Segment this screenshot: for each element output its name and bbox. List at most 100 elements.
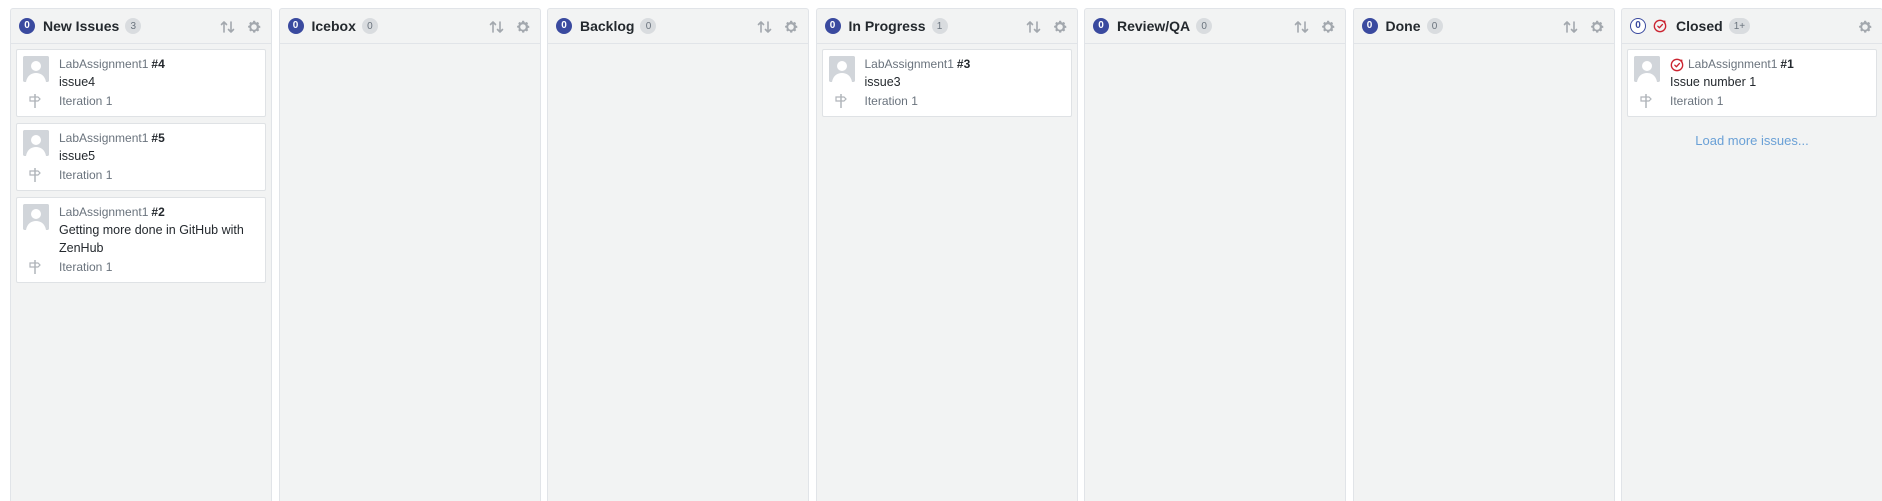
repo-name: LabAssignment1 (1688, 57, 1778, 71)
issue-reference: LabAssignment1 #4 (59, 56, 257, 73)
card-list: LabAssignment1 #4 issue4 Iteration 1 Lab… (11, 44, 271, 283)
card-list: LabAssignment1 #3 issue3 Iteration 1 (817, 44, 1077, 117)
repo-name: LabAssignment1 (59, 131, 149, 145)
issue-reference: LabAssignment1 #2 (59, 204, 257, 221)
gear-icon[interactable] (514, 18, 532, 36)
issue-card[interactable]: LabAssignment1 #4 issue4 Iteration 1 (16, 49, 266, 117)
issue-reference: LabAssignment1 #1 (1670, 56, 1868, 73)
load-more-link[interactable]: Load more issues... (1627, 133, 1877, 148)
story-points-badge: 0 (824, 18, 841, 34)
column-actions (1562, 18, 1606, 36)
sort-arrows-icon[interactable] (756, 18, 774, 36)
column-actions (1025, 18, 1069, 36)
avatar (828, 56, 855, 82)
avatar (23, 56, 49, 82)
milestone: Iteration 1 (1640, 93, 1868, 110)
sort-arrows-icon[interactable] (488, 18, 506, 36)
column-done: 0 Done 0 (1352, 8, 1615, 501)
gear-icon[interactable] (245, 18, 263, 36)
column-title: Icebox (311, 18, 356, 34)
milestone: Iteration 1 (29, 93, 257, 110)
column-actions (1856, 18, 1874, 36)
gear-icon[interactable] (1319, 18, 1337, 36)
milestone: Iteration 1 (834, 93, 1063, 110)
issue-number[interactable]: #5 (151, 130, 164, 147)
avatar (23, 204, 49, 230)
issue-reference: LabAssignment1 #3 (865, 56, 1063, 73)
repo-name: LabAssignment1 (59, 57, 149, 71)
column-header: 0 Backlog 0 (548, 9, 808, 44)
column-title: Done (1385, 18, 1421, 34)
column-in-progress: 0 In Progress 1 LabAssignment1 #3 issue3 (815, 8, 1078, 501)
avatar (23, 130, 49, 156)
column-header: 0 Done 0 (1353, 9, 1614, 44)
issue-number[interactable]: #3 (957, 56, 970, 73)
card-list (280, 44, 540, 49)
issue-card[interactable]: LabAssignment1 #5 issue5 Iteration 1 (16, 123, 266, 191)
issue-number[interactable]: #4 (151, 56, 164, 73)
board: 0 New Issues 3 LabAssignment1 #4 issue4 (10, 8, 1882, 501)
gear-icon[interactable] (1856, 18, 1874, 36)
story-points-badge: 0 (19, 18, 35, 34)
issue-title[interactable]: Issue number 1 (1670, 73, 1868, 91)
column-new-issues: 0 New Issues 3 LabAssignment1 #4 issue4 (10, 8, 272, 501)
column-closed: 0 Closed 1+ LabAssignment1 #1 Issue numb… (1621, 8, 1882, 501)
milestone-icon (27, 259, 43, 275)
sort-arrows-icon[interactable] (1025, 18, 1043, 36)
milestone-label: Iteration 1 (59, 260, 113, 274)
gear-icon[interactable] (1588, 18, 1606, 36)
milestone-icon (27, 93, 43, 109)
repo-name: LabAssignment1 (59, 205, 149, 219)
avatar (1634, 56, 1660, 82)
issue-count-badge: 1 (931, 18, 948, 34)
story-points-badge: 0 (1630, 18, 1646, 34)
issue-count-badge: 1+ (1728, 18, 1751, 34)
issue-card[interactable]: LabAssignment1 #1 Issue number 1 Iterati… (1627, 49, 1877, 117)
column-title: In Progress (848, 18, 926, 34)
issue-title[interactable]: issue4 (59, 73, 257, 91)
column-header: 0 New Issues 3 (11, 9, 271, 44)
milestone-label: Iteration 1 (59, 94, 113, 108)
gear-icon[interactable] (782, 18, 800, 36)
column-actions (488, 18, 532, 36)
column-backlog: 0 Backlog 0 (547, 8, 809, 501)
milestone-icon (27, 167, 43, 183)
sort-arrows-icon[interactable] (219, 18, 237, 36)
issue-title[interactable]: Getting more done in GitHub with ZenHub (59, 221, 257, 257)
card-list: LabAssignment1 #1 Issue number 1 Iterati… (1622, 44, 1882, 148)
closed-issue-icon (1652, 18, 1668, 34)
story-points-badge: 0 (287, 18, 304, 34)
column-header: 0 Icebox 0 (279, 9, 540, 44)
card-list (548, 44, 808, 49)
issue-count-badge: 0 (1426, 18, 1443, 34)
milestone: Iteration 1 (29, 259, 257, 276)
issue-number[interactable]: #2 (151, 204, 164, 221)
issue-card[interactable]: LabAssignment1 #2 Getting more done in G… (16, 197, 266, 283)
column-header: 0 Review/QA 0 (1085, 9, 1345, 44)
milestone-icon (1638, 93, 1654, 109)
issue-title[interactable]: issue3 (865, 73, 1063, 91)
column-actions (756, 18, 800, 36)
card-list (1085, 44, 1345, 49)
issue-count-badge: 3 (125, 18, 142, 34)
milestone: Iteration 1 (29, 167, 257, 184)
milestone-label: Iteration 1 (1670, 94, 1724, 108)
gear-icon[interactable] (1051, 18, 1069, 36)
sort-arrows-icon[interactable] (1562, 18, 1580, 36)
column-title: Review/QA (1117, 18, 1191, 34)
story-points-badge: 0 (1093, 18, 1109, 34)
issue-count-badge: 0 (361, 18, 378, 34)
issue-card[interactable]: LabAssignment1 #3 issue3 Iteration 1 (821, 49, 1072, 117)
sort-arrows-icon[interactable] (1293, 18, 1311, 36)
issue-number[interactable]: #1 (1780, 56, 1793, 73)
column-header: 0 In Progress 1 (816, 9, 1077, 44)
column-actions (219, 18, 263, 36)
column-review-qa: 0 Review/QA 0 (1084, 8, 1346, 501)
card-list (1354, 44, 1614, 49)
column-actions (1293, 18, 1337, 36)
repo-name: LabAssignment1 (864, 57, 954, 71)
column-icebox: 0 Icebox 0 (278, 8, 541, 501)
issue-title[interactable]: issue5 (59, 147, 257, 165)
milestone-label: Iteration 1 (59, 168, 113, 182)
closed-issue-icon (1670, 58, 1684, 72)
